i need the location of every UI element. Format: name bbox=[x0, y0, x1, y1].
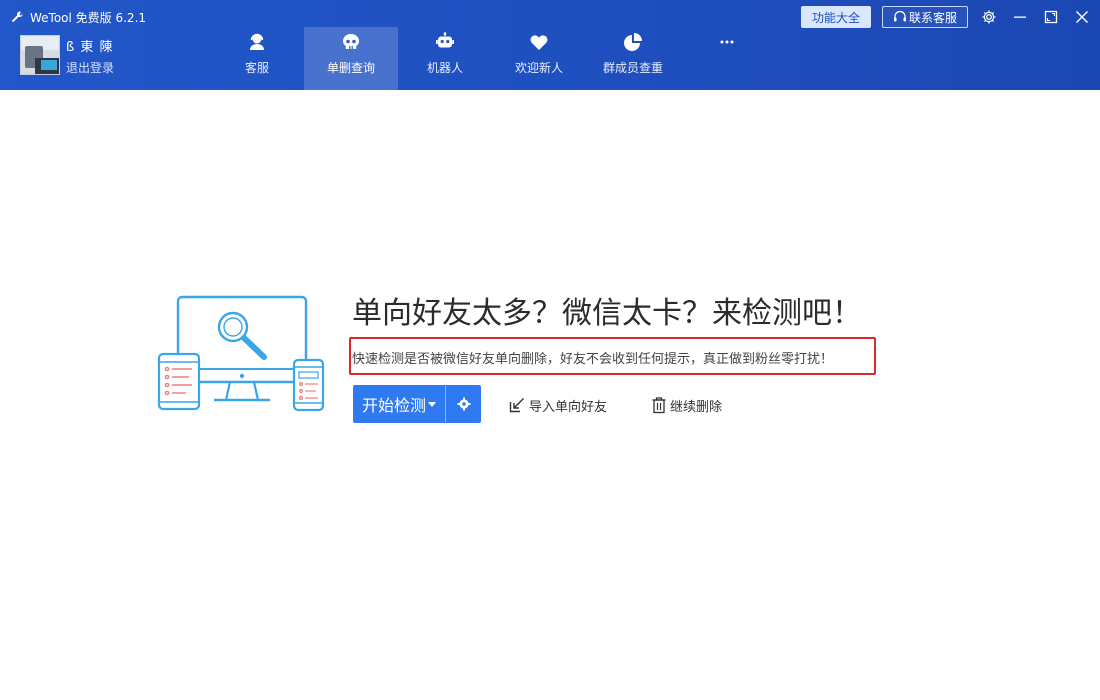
avatar[interactable] bbox=[20, 35, 60, 75]
app-title-text: WeTool 免费版 6.2.1 bbox=[30, 10, 147, 25]
tab-label: 群成员查重 bbox=[602, 61, 663, 75]
user-name: ß 東 陳 bbox=[66, 40, 114, 55]
maximize-icon bbox=[1044, 10, 1058, 24]
tab-label: 欢迎新人 bbox=[514, 61, 563, 75]
contact-support-label: 联系客服 bbox=[908, 10, 957, 25]
features-button[interactable]: 功能大全 bbox=[801, 6, 871, 28]
tab-welcome-newcomers[interactable]: 欢迎新人 bbox=[492, 27, 586, 90]
headset-icon bbox=[893, 10, 906, 22]
devices-search-illustration bbox=[157, 295, 325, 412]
headset-icon bbox=[246, 31, 268, 53]
tab-label: 机器人 bbox=[426, 61, 463, 75]
tab-group-member-dedupe[interactable]: 群成员查重 bbox=[586, 27, 680, 90]
gear-icon bbox=[982, 10, 996, 24]
maximize-button[interactable] bbox=[1040, 6, 1062, 28]
wrench-icon bbox=[11, 11, 23, 23]
tab-label: 客服 bbox=[244, 61, 269, 75]
start-detection-main[interactable]: 开始检测 bbox=[353, 385, 445, 423]
tab-customer-service[interactable]: 客服 bbox=[210, 27, 304, 90]
detection-settings-button[interactable] bbox=[446, 385, 481, 423]
import-link-label: 导入单向好友 bbox=[529, 399, 608, 415]
app-title: WeTool 免费版 6.2.1 bbox=[10, 8, 146, 26]
gear-icon bbox=[457, 397, 470, 411]
close-icon bbox=[1076, 11, 1088, 23]
tab-more[interactable] bbox=[680, 27, 774, 90]
close-button[interactable] bbox=[1071, 6, 1093, 28]
logout-link[interactable]: 退出登录 bbox=[66, 59, 114, 76]
caret-down-icon[interactable] bbox=[428, 401, 436, 407]
page-headline: 单向好友太多？微信太卡？来检测吧！ bbox=[352, 296, 862, 331]
tab-single-delete-query[interactable]: 单删查询 bbox=[304, 27, 398, 90]
tab-robot[interactable]: 机器人 bbox=[398, 27, 492, 90]
minimize-button[interactable] bbox=[1009, 6, 1031, 28]
more-icon bbox=[716, 31, 738, 53]
start-detection-label: 开始检测 bbox=[361, 396, 426, 415]
heart-icon bbox=[528, 31, 550, 53]
main-nav: 客服 单删查询 机器人 欢迎新人 群成员查重 bbox=[210, 27, 774, 90]
start-detection-button[interactable]: 开始检测 bbox=[353, 385, 481, 423]
contact-support-button[interactable]: 联系客服 bbox=[882, 6, 968, 28]
tab-label: 单删查询 bbox=[326, 61, 375, 75]
user-profile: ß 東 陳 退出登录 bbox=[20, 35, 114, 76]
import-icon bbox=[509, 398, 524, 413]
continue-delete-link[interactable]: 继续删除 bbox=[651, 394, 722, 416]
top-header: WeTool 免费版 6.2.1 ß 東 陳 退出登录 客服 单删查询 机器人 … bbox=[0, 0, 1100, 90]
robot-icon bbox=[434, 31, 456, 53]
trash-icon bbox=[652, 397, 666, 414]
settings-button[interactable] bbox=[978, 6, 1000, 28]
minimize-icon bbox=[1014, 16, 1026, 18]
pie-chart-icon bbox=[622, 31, 644, 53]
skull-icon bbox=[340, 31, 362, 53]
import-one-way-friends-link[interactable]: 导入单向好友 bbox=[508, 394, 607, 416]
page-description: 快速检测是否被微信好友单向删除，好友不会收到任何提示，真正做到粉丝零打扰！ bbox=[352, 352, 834, 367]
continue-link-label: 继续删除 bbox=[670, 399, 723, 415]
